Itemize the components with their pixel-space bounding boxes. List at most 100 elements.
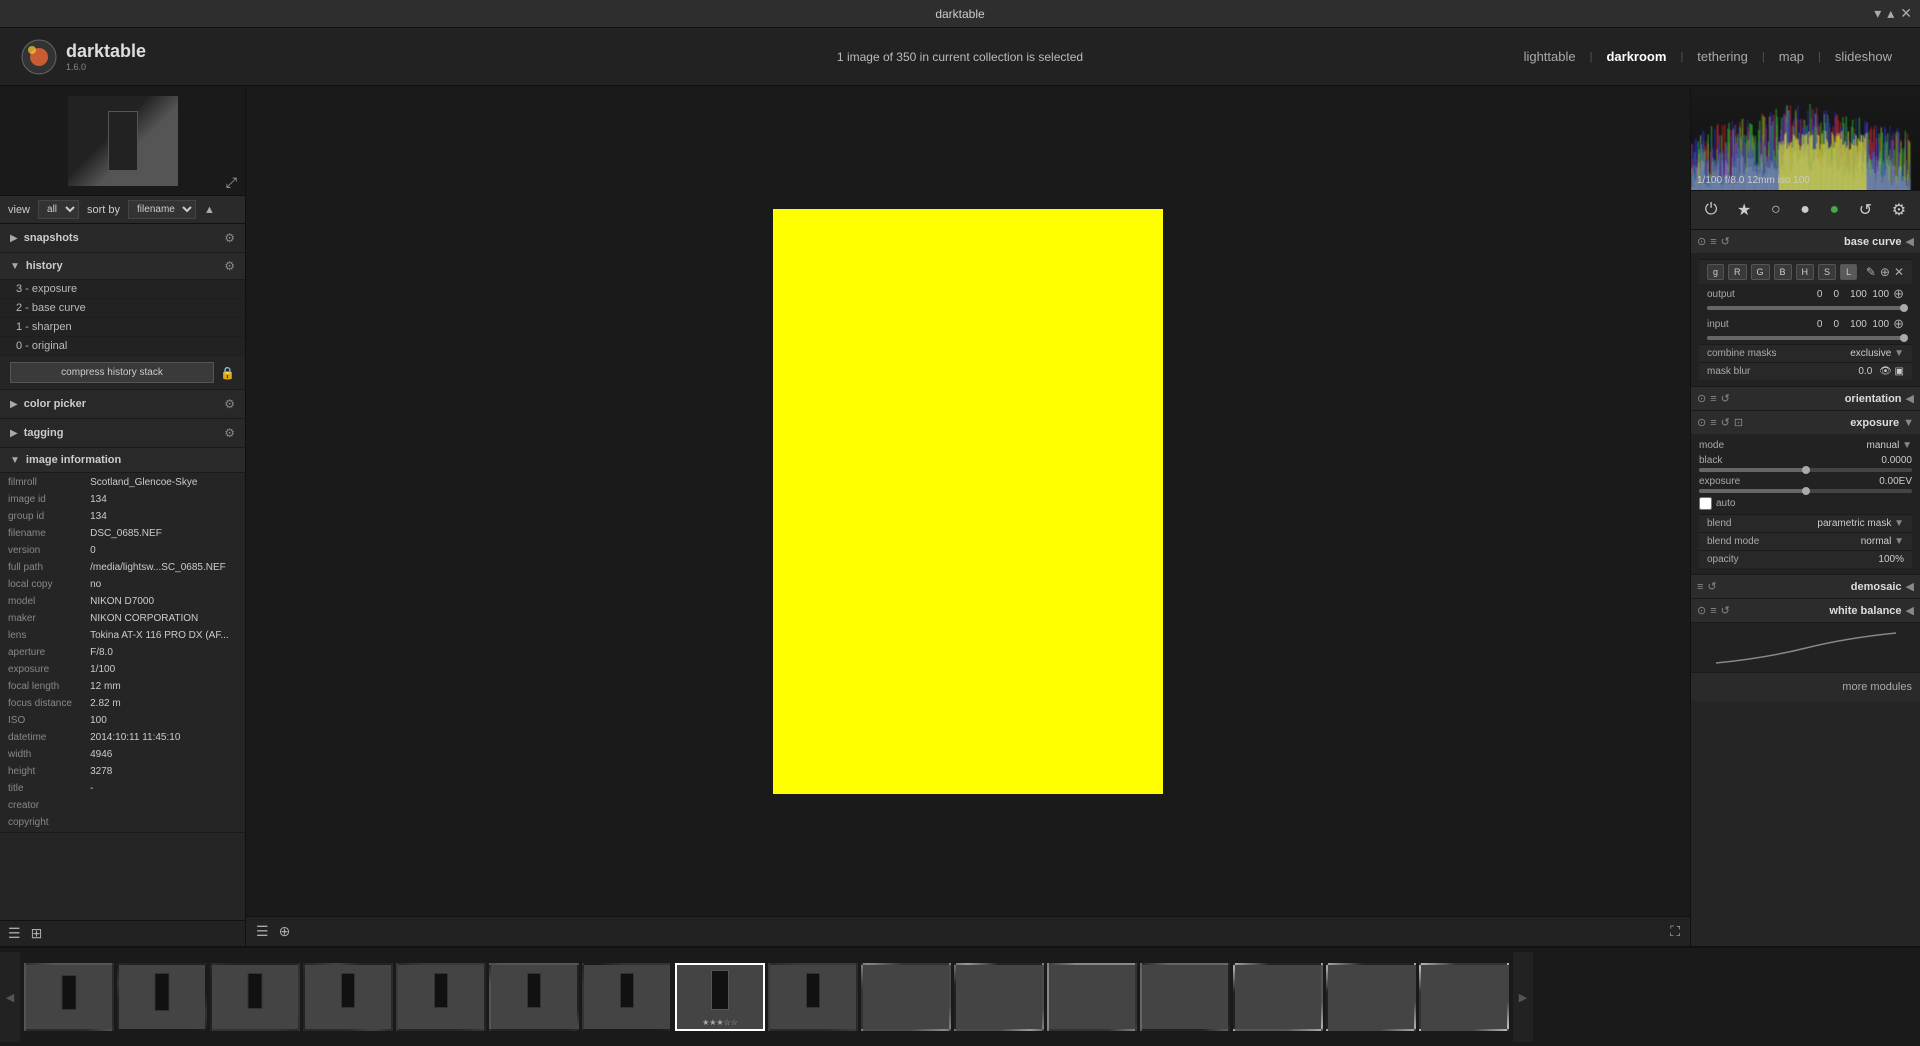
exposure-extra-icon[interactable]: ⊡: [1734, 416, 1743, 429]
window-controls[interactable]: ▾ ▴ ✕: [1874, 5, 1912, 22]
input-add-icon[interactable]: ⊕: [1893, 316, 1904, 332]
sort-select[interactable]: filename: [128, 200, 196, 219]
orientation-reset-icon[interactable]: ↺: [1721, 392, 1730, 405]
image-info-header[interactable]: ▼ image information: [0, 448, 245, 473]
orientation-params-icon[interactable]: ≡: [1710, 393, 1716, 405]
black-slider[interactable]: [1699, 468, 1912, 472]
tone-btn-g[interactable]: g: [1707, 264, 1724, 280]
filmstrip-prev-button[interactable]: ◀: [0, 952, 20, 1042]
exposure-header[interactable]: ⊙ ≡ ↺ ⊡ exposure ▼: [1691, 411, 1920, 434]
snapshots-settings-icon[interactable]: ⚙: [224, 231, 235, 245]
mask-blur-mask-icon[interactable]: ▣: [1895, 366, 1904, 377]
star-icon[interactable]: ★: [1734, 197, 1754, 223]
nav-slideshow[interactable]: slideshow: [1827, 45, 1900, 68]
white-balance-power-icon[interactable]: ⊙: [1697, 604, 1706, 617]
close-button[interactable]: ✕: [1900, 5, 1912, 22]
color-picker-settings-icon[interactable]: ⚙: [224, 397, 235, 411]
white-balance-reset-icon[interactable]: ↺: [1721, 604, 1730, 617]
exposure-power-icon[interactable]: ⊙: [1697, 416, 1706, 429]
filmstrip-thumb-5[interactable]: [396, 963, 486, 1031]
settings-gear-icon[interactable]: ⚙: [1889, 197, 1909, 223]
demosaic-collapse-icon[interactable]: ◀: [1906, 580, 1914, 593]
orientation-collapse-icon[interactable]: ◀: [1906, 392, 1914, 405]
filmstrip-options-icon[interactable]: ☰: [256, 923, 269, 940]
filmstrip-thumb-9[interactable]: [768, 963, 858, 1031]
base-curve-power-icon[interactable]: ⊙: [1697, 235, 1706, 248]
demosaic-reset-icon[interactable]: ↺: [1707, 580, 1716, 593]
nav-lighttable[interactable]: lighttable: [1516, 45, 1584, 68]
tone-btn-b[interactable]: B: [1774, 264, 1792, 280]
output-add-icon[interactable]: ⊕: [1893, 286, 1904, 302]
exposure-reset-icon[interactable]: ↺: [1721, 416, 1730, 429]
circle-icon[interactable]: ○: [1768, 198, 1784, 222]
nav-darkroom[interactable]: darkroom: [1598, 45, 1674, 68]
filmstrip-next-button[interactable]: ▶: [1513, 952, 1533, 1042]
base-curve-header[interactable]: ⊙ ≡ ↺ base curve ◀: [1691, 230, 1920, 253]
snapshots-section[interactable]: ▶ snapshots ⚙: [0, 224, 245, 253]
green-dot-icon[interactable]: ●: [1827, 198, 1843, 222]
view-select[interactable]: all: [38, 200, 79, 219]
history-item-basecurve[interactable]: 2 - base curve: [0, 299, 245, 318]
auto-checkbox[interactable]: [1699, 497, 1712, 510]
nav-tethering[interactable]: tethering: [1689, 45, 1756, 68]
maximize-button[interactable]: ▴: [1887, 5, 1894, 22]
filmstrip-thumb-14[interactable]: [1233, 963, 1323, 1031]
tone-btn-l[interactable]: L: [1840, 264, 1857, 280]
filmstrip-thumb-13[interactable]: [1140, 963, 1230, 1031]
white-balance-collapse-icon[interactable]: ◀: [1906, 604, 1914, 617]
filmstrip-thumb-1[interactable]: [24, 963, 114, 1031]
more-modules-button[interactable]: more modules: [1691, 673, 1920, 701]
demosaic-header[interactable]: ≡ ↺ demosaic ◀: [1691, 575, 1920, 598]
filmstrip-thumb-12[interactable]: [1047, 963, 1137, 1031]
output-slider[interactable]: [1707, 306, 1904, 310]
tone-edit-icon[interactable]: ✎: [1866, 265, 1876, 279]
white-balance-params-icon[interactable]: ≡: [1710, 605, 1716, 617]
filmstrip-thumb-11[interactable]: [954, 963, 1044, 1031]
refresh-icon[interactable]: ↺: [1856, 197, 1875, 223]
history-item-sharpen[interactable]: 1 - sharpen: [0, 318, 245, 337]
exposure-slider[interactable]: [1699, 489, 1912, 493]
filmstrip-thumb-4[interactable]: [303, 963, 393, 1031]
power-icon[interactable]: ⏻: [1702, 198, 1721, 222]
demosaic-params-icon[interactable]: ≡: [1697, 581, 1703, 593]
color-picker-section[interactable]: ▶ color picker ⚙: [0, 390, 245, 419]
filled-circle-icon[interactable]: ●: [1797, 198, 1813, 222]
exposure-collapse-icon[interactable]: ▼: [1903, 417, 1914, 429]
compress-history-button[interactable]: compress history stack: [10, 362, 214, 383]
sort-direction-icon[interactable]: ▲: [204, 204, 215, 216]
filmstrip-thumb-3[interactable]: [210, 963, 300, 1031]
orientation-header[interactable]: ⊙ ≡ ↺ orientation ◀: [1691, 387, 1920, 410]
filmstrip-thumb-6[interactable]: [489, 963, 579, 1031]
mask-blur-eye-icon[interactable]: 👁: [1879, 366, 1892, 377]
filmstrip-thumb-10[interactable]: [861, 963, 951, 1031]
tone-close-icon[interactable]: ✕: [1894, 265, 1904, 279]
tone-btn-G[interactable]: G: [1751, 264, 1770, 280]
nav-map[interactable]: map: [1771, 45, 1812, 68]
filmstrip-thumb-8-selected[interactable]: ★★★☆☆: [675, 963, 765, 1031]
tagging-section[interactable]: ▶ tagging ⚙: [0, 419, 245, 448]
input-slider[interactable]: [1707, 336, 1904, 340]
history-item-exposure[interactable]: 3 - exposure: [0, 280, 245, 299]
history-settings-icon[interactable]: ⚙: [224, 259, 235, 273]
base-curve-reset-icon[interactable]: ↺: [1721, 235, 1730, 248]
filmstrip-thumb-7[interactable]: [582, 963, 672, 1031]
fullscreen-icon[interactable]: ⛶: [1670, 923, 1680, 940]
thumbnail-expand-icon[interactable]: ⤢: [226, 174, 237, 191]
tone-btn-r[interactable]: R: [1728, 264, 1747, 280]
orientation-power-icon[interactable]: ⊙: [1697, 392, 1706, 405]
base-curve-params-icon[interactable]: ≡: [1710, 236, 1716, 248]
filmstrip-thumb-15[interactable]: [1326, 963, 1416, 1031]
tagging-settings-icon[interactable]: ⚙: [224, 426, 235, 440]
history-header[interactable]: ▼ history ⚙: [0, 253, 245, 280]
minimize-button[interactable]: ▾: [1874, 5, 1881, 22]
list-view-icon[interactable]: ☰: [8, 925, 21, 942]
white-balance-header[interactable]: ⊙ ≡ ↺ white balance ◀: [1691, 599, 1920, 622]
filmstrip-thumb-2[interactable]: [117, 963, 207, 1031]
exposure-params-icon[interactable]: ≡: [1710, 417, 1716, 429]
base-curve-collapse-icon[interactable]: ◀: [1906, 235, 1914, 248]
filmstrip-thumb-16[interactable]: [1419, 963, 1509, 1031]
grid-view-icon[interactable]: ⊞: [31, 925, 43, 942]
tone-more-icon[interactable]: ⊕: [1880, 265, 1890, 279]
tone-btn-s[interactable]: S: [1818, 264, 1836, 280]
tone-btn-h[interactable]: H: [1796, 264, 1815, 280]
